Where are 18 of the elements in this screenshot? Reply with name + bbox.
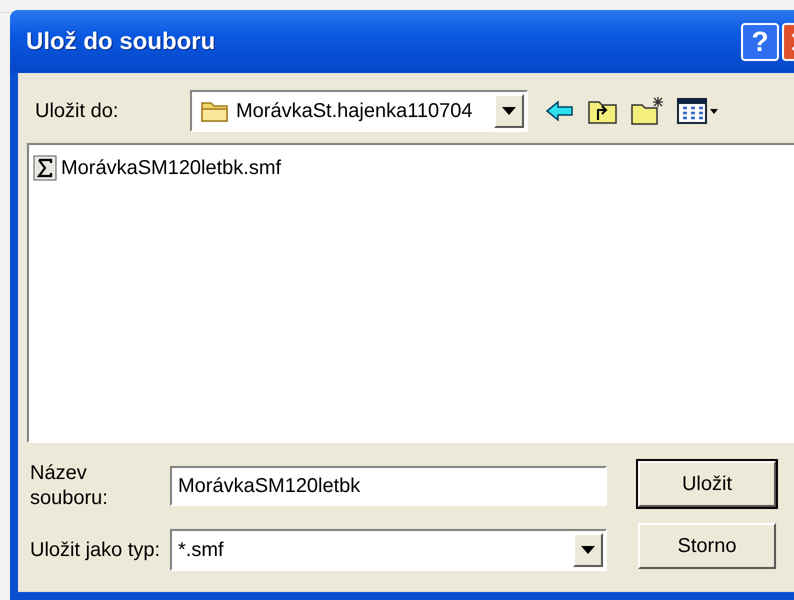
- file-item[interactable]: MorávkaSM120letbk.smf: [33, 155, 282, 181]
- new-folder-icon[interactable]: [630, 95, 666, 127]
- file-type-label: Uložit jako typ:: [29, 538, 162, 562]
- caret-icon: [502, 107, 516, 115]
- help-button[interactable]: ?: [741, 22, 779, 60]
- back-arrow-icon[interactable]: [544, 98, 576, 124]
- caret-icon: [581, 546, 595, 554]
- save-button[interactable]: Uložit: [638, 461, 776, 507]
- file-name-field[interactable]: MorávkaSM120letbk: [170, 466, 607, 506]
- sigma-file-icon: [33, 155, 57, 181]
- save-in-dropdown[interactable]: MorávkaSt.hajenka110704: [190, 90, 528, 132]
- file-list[interactable]: MorávkaSM120letbk.smf: [27, 143, 794, 443]
- view-menu-icon[interactable]: [676, 96, 720, 126]
- save-in-label: Uložit do:: [34, 100, 120, 122]
- file-name-label: Název souboru:: [29, 461, 109, 511]
- window-title: Ulož do souboru: [26, 28, 216, 56]
- cancel-button[interactable]: Storno: [638, 523, 776, 569]
- file-type-dropdown[interactable]: *.smf: [170, 529, 607, 571]
